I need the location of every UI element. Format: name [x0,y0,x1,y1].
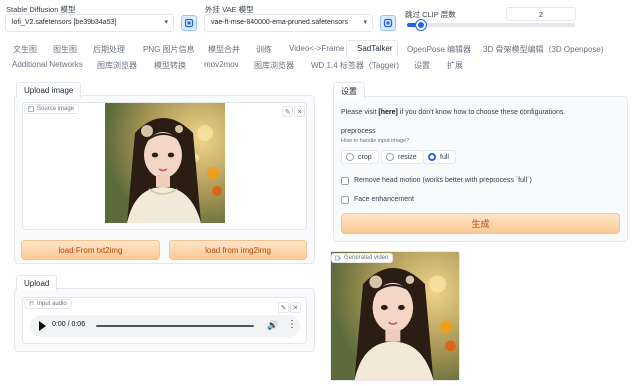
audio-time: 0:00 / 0:06 [52,321,86,328]
music-icon [29,301,34,306]
source-image [105,103,225,223]
tab-row1-item[interactable]: 模型合并 [208,44,240,55]
remove-head-motion-label: Remove head motion (works better with pr… [354,177,532,184]
edit-icon[interactable]: ✎ [278,302,289,313]
clip-skip-slider-thumb[interactable] [416,20,426,30]
tab-settings[interactable]: 设置 [333,82,365,100]
tab-row2-item[interactable]: 图库浏览器 [254,60,294,71]
video-icon [335,255,341,261]
tab-row1-item[interactable]: 训练 [256,44,272,55]
radio-full[interactable] [428,153,436,161]
clip-skip-input[interactable]: 2 [506,7,576,21]
vae-value: vae-ft-mse-840000-ema-pruned.safetensors [211,19,348,26]
tab-row1-item[interactable]: 3D 骨架模型编辑（3D Openpose) [483,44,603,55]
preprocess-full-option[interactable]: full [423,150,456,164]
edit-icon[interactable]: ✎ [282,106,293,117]
audio-progress-bar[interactable] [96,325,254,327]
preprocess-label: preprocess [341,128,376,135]
tab-row1-item[interactable]: 后期处理 [93,44,125,55]
clip-skip-label: 跳过 CLIP 层数 [405,10,456,19]
audio-player[interactable]: 0:00 / 0:06 🔊 ⋮ [30,315,300,337]
portrait-illustration [331,252,459,380]
tab-row2-item[interactable]: 模型转换 [154,60,186,71]
load-from-txt2img-button[interactable]: load From txt2img [21,240,160,260]
tab-upload-image[interactable]: Upload image [16,82,82,98]
tab-row1-item[interactable]: SadTalker [357,44,393,53]
refresh-vae-button[interactable] [380,15,396,31]
tab-upload[interactable]: Upload [16,275,58,291]
tab-row1-item[interactable]: PNG 图片信息 [143,44,195,55]
volume-icon[interactable]: 🔊 [267,320,278,331]
chevron-down-icon: ▾ [363,19,367,26]
refresh-sd-model-button[interactable] [181,15,197,31]
tab-row2-item[interactable]: 扩展 [447,60,463,71]
tab-row2-item[interactable]: 设置 [414,60,430,71]
tab-row1-item[interactable]: Video<->Frame [289,44,344,53]
remove-head-motion-checkbox[interactable] [341,177,349,185]
tab-row2-item[interactable]: WD 1.4 标签器（Tagger) [311,60,399,71]
sd-model-value: lofi_V2.safetensors [be39b34a53] [12,19,117,26]
source-image-label: Source image [24,104,80,114]
more-options-icon[interactable]: ⋮ [287,319,297,330]
input-audio-label: Input audio [24,299,72,309]
tab-row1-item[interactable]: 文生图 [13,44,37,55]
vae-select[interactable]: vae-ft-mse-840000-ema-pruned.safetensors… [204,14,373,32]
face-enhancement-checkbox[interactable] [341,196,349,204]
sd-model-select[interactable]: lofi_V2.safetensors [be39b34a53] ▾ [5,14,174,32]
preprocess-hint: How to handle input image? [341,138,410,144]
refresh-icon [184,18,194,28]
generated-video-label: Generated video [331,253,394,263]
refresh-icon [383,18,393,28]
radio-crop[interactable] [346,153,354,161]
play-icon[interactable] [39,321,46,331]
help-link[interactable]: [here] [378,109,397,116]
radio-resize[interactable] [386,153,394,161]
tab-row2-item[interactable]: Additional Networks [12,60,83,69]
load-from-img2img-button[interactable]: load from img2img [169,240,307,260]
tab-row1-item[interactable]: OpenPose 编辑器 [407,44,471,55]
generate-button[interactable]: 生成 [341,213,620,234]
chevron-down-icon: ▾ [164,19,168,26]
close-icon[interactable]: ✕ [294,106,305,117]
preprocess-resize-option[interactable]: resize [381,150,424,164]
face-enhancement-label: Face enhancement [354,196,414,203]
preprocess-crop-option[interactable]: crop [341,150,379,164]
tab-row1-item[interactable]: 图生图 [53,44,77,55]
tab-row2-item[interactable]: 图库浏览器 [97,60,137,71]
clip-skip-slider-track[interactable] [407,23,575,27]
tab-row2-item[interactable]: mov2mov [204,60,239,69]
help-text: Please visit [here] if you don't know ho… [341,109,566,116]
portrait-illustration [105,103,225,223]
close-icon[interactable]: ✕ [290,302,301,313]
image-icon [28,106,34,112]
generated-video[interactable] [331,252,459,380]
